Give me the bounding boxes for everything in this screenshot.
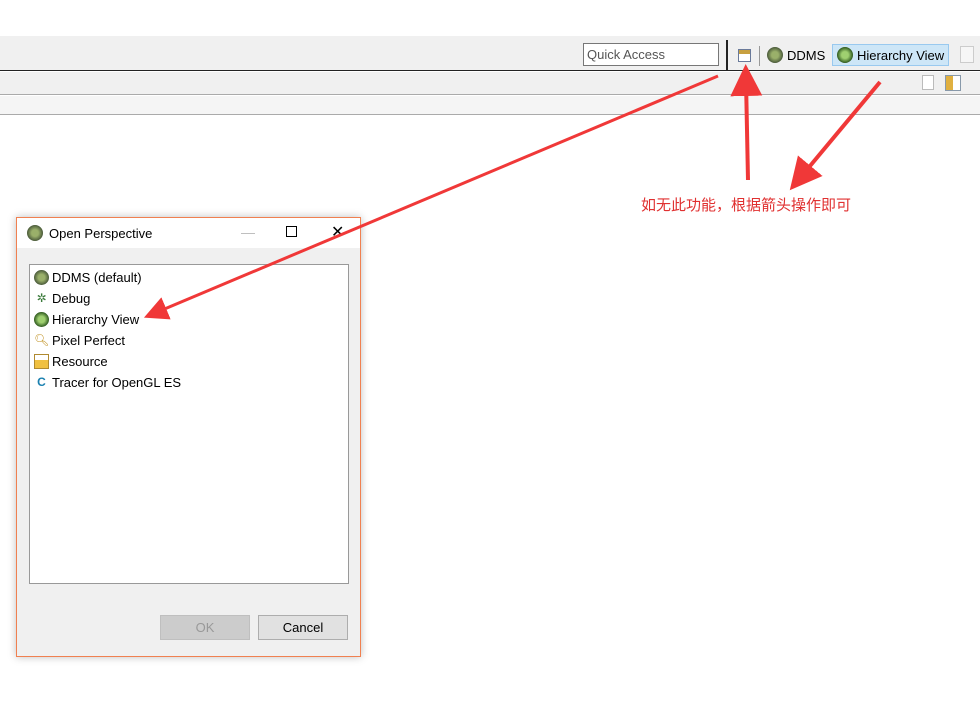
perspective-label: DDMS xyxy=(787,47,826,63)
dialog-titlebar: Open Perspective xyxy=(17,218,360,248)
magnifier-icon: 🔍︎ xyxy=(34,333,50,347)
document-icon[interactable] xyxy=(922,75,934,90)
perspective-hierarchy-view[interactable]: Hierarchy View xyxy=(832,44,950,66)
folder-icon xyxy=(34,354,49,369)
hierarchy-view-icon xyxy=(837,47,853,63)
open-perspective-dialog: Open Perspective — ✕ DDMS (default) ✲ Deb… xyxy=(16,217,361,657)
list-item[interactable]: ✲ Debug xyxy=(34,288,344,309)
perspective-ddms[interactable]: DDMS xyxy=(763,44,829,66)
perspective-list: DDMS (default) ✲ Debug Hierarchy View 🔍︎ P… xyxy=(29,264,349,584)
item-label: Pixel Perfect xyxy=(52,333,125,348)
ok-button[interactable]: OK xyxy=(160,615,250,640)
item-label: DDMS (default) xyxy=(52,270,142,285)
list-item[interactable]: C Tracer for OpenGL ES xyxy=(34,372,344,393)
ddms-icon xyxy=(27,225,43,241)
ddms-icon xyxy=(767,47,783,63)
view-toolbar xyxy=(0,72,980,95)
item-label: Resource xyxy=(52,354,108,369)
pin-icon[interactable] xyxy=(960,46,974,63)
list-item[interactable]: DDMS (default) xyxy=(34,267,344,288)
arrow-to-open-perspective xyxy=(730,64,763,181)
annotation-text: 如无此功能，根据箭头操作即可 xyxy=(641,196,852,214)
item-label: Tracer for OpenGL ES xyxy=(52,375,182,390)
item-label: Debug xyxy=(52,291,91,306)
perspective-label: Hierarchy View xyxy=(857,47,945,63)
list-item[interactable]: Hierarchy View xyxy=(34,309,344,330)
toolbar-separator xyxy=(726,40,728,70)
view-header xyxy=(0,96,980,115)
cancel-button[interactable]: Cancel xyxy=(258,615,348,640)
bug-icon: ✲ xyxy=(36,291,47,305)
close-button[interactable]: ✕ xyxy=(331,222,344,242)
maximize-button[interactable] xyxy=(286,226,297,237)
open-perspective-icon xyxy=(738,48,751,62)
tracer-icon: C xyxy=(37,375,46,389)
list-item[interactable]: 🔍︎ Pixel Perfect xyxy=(34,330,344,351)
hierarchy-view-icon xyxy=(34,312,49,327)
open-perspective-button[interactable] xyxy=(734,44,755,66)
separator xyxy=(759,46,760,66)
lock-icon[interactable] xyxy=(945,75,961,91)
list-item[interactable]: Resource xyxy=(34,351,344,372)
item-label: Hierarchy View xyxy=(52,312,140,327)
dialog-title: Open Perspective xyxy=(49,225,153,241)
ddms-icon xyxy=(34,270,49,285)
minimize-button[interactable]: — xyxy=(241,224,255,240)
quick-access-input[interactable]: Quick Access xyxy=(583,43,719,66)
